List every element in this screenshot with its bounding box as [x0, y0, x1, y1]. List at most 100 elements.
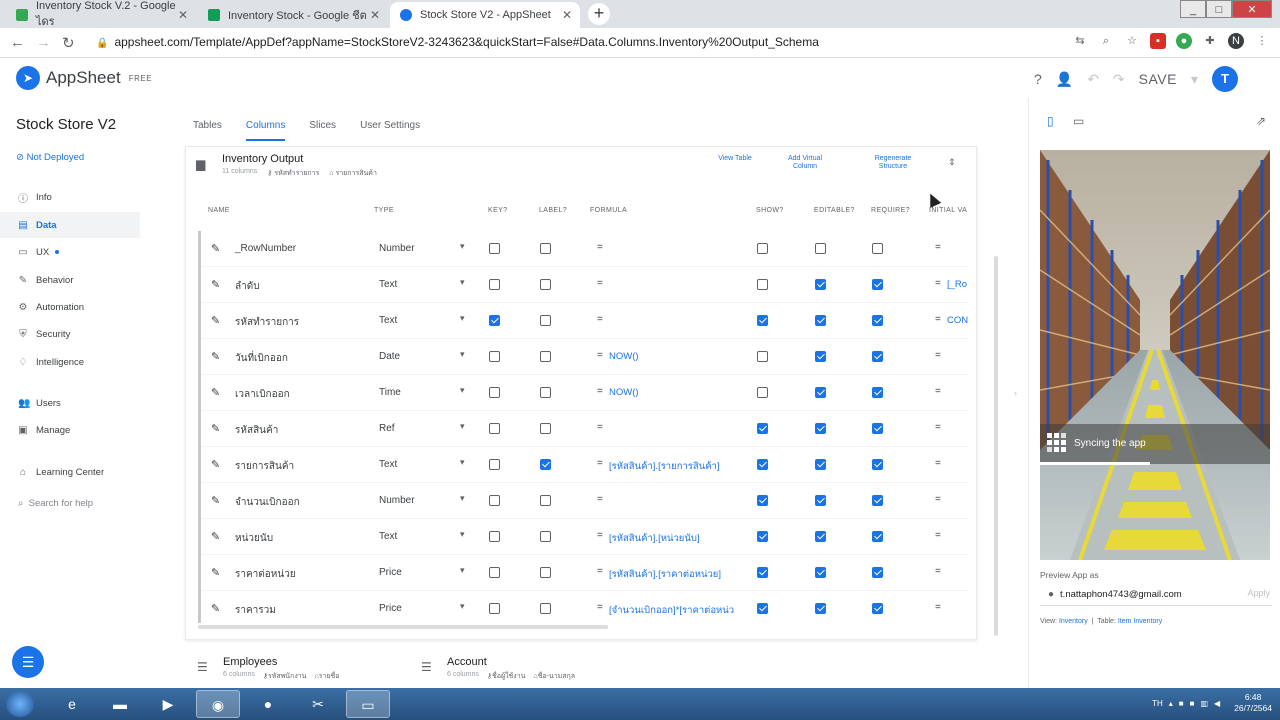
close-icon[interactable]: ✕: [562, 8, 572, 22]
pencil-icon[interactable]: ✎: [211, 350, 220, 363]
forward-icon[interactable]: →: [36, 34, 51, 51]
reload-icon[interactable]: ↻: [62, 34, 75, 52]
pencil-icon[interactable]: ✎: [211, 458, 220, 471]
close-icon[interactable]: ✕: [370, 8, 380, 22]
help-search[interactable]: ⌕ Search for help: [18, 498, 93, 509]
firefox-icon[interactable]: ●: [246, 690, 290, 718]
profile-avatar[interactable]: N: [1228, 33, 1244, 49]
require-checkbox[interactable]: [872, 351, 883, 362]
sidebar-item-info[interactable]: ⓘ Info: [0, 184, 140, 210]
show-checkbox[interactable]: [757, 387, 768, 398]
puzzle-icon[interactable]: ✚: [1202, 33, 1218, 49]
save-button[interactable]: SAVE: [1139, 71, 1177, 87]
chevron-down-icon[interactable]: ▾: [460, 277, 465, 288]
key-checkbox[interactable]: [489, 531, 500, 542]
undo-icon[interactable]: ↶: [1087, 71, 1099, 88]
column-type[interactable]: Date: [379, 351, 400, 362]
label-checkbox[interactable]: [540, 315, 551, 326]
table-row[interactable]: ✎ _RowNumber Number ▾ = =: [201, 231, 968, 267]
column-type[interactable]: Text: [379, 315, 397, 326]
table-header[interactable]: ▆ Inventory Output 11 columns ⚷ รหัสทำรา…: [186, 147, 976, 187]
table-link[interactable]: Item Inventory: [1118, 618, 1162, 625]
media-player-icon[interactable]: ▶: [146, 690, 190, 718]
network-icon[interactable]: ▥: [1200, 699, 1208, 708]
pencil-icon[interactable]: ✎: [211, 494, 220, 507]
notepad-icon[interactable]: ▭: [346, 690, 390, 718]
chevron-down-icon[interactable]: ▾: [460, 385, 465, 396]
column-formula[interactable]: [จำนวนเบิกออก]*[ราคาต่อหน่ว: [609, 603, 741, 618]
chevron-down-icon[interactable]: ▾: [460, 457, 465, 468]
sidebar-item-behavior[interactable]: ✎ Behavior: [0, 267, 140, 293]
pencil-icon[interactable]: ✎: [211, 566, 220, 579]
ie-icon[interactable]: e: [50, 690, 94, 718]
editable-checkbox[interactable]: [815, 567, 826, 578]
redo-icon[interactable]: ↷: [1113, 71, 1125, 88]
table-row[interactable]: ✎ ราคาต่อหน่วย Price ▾ = [รหัสสินค้า].[ราคาต่…: [201, 555, 968, 591]
key-checkbox[interactable]: [489, 387, 500, 398]
maximize-icon[interactable]: □: [1206, 0, 1232, 18]
regenerate-structure-button[interactable]: Regenerate Structure: [866, 155, 920, 171]
pencil-icon[interactable]: ✎: [211, 242, 220, 255]
chevron-down-icon[interactable]: ▾: [460, 241, 465, 252]
label-checkbox[interactable]: [540, 351, 551, 362]
chrome-icon[interactable]: ◉: [196, 690, 240, 718]
start-button[interactable]: [6, 691, 34, 717]
help-icon[interactable]: ?: [1034, 71, 1042, 87]
minimize-icon[interactable]: _: [1180, 0, 1206, 18]
require-checkbox[interactable]: [872, 279, 883, 290]
chevron-down-icon[interactable]: ▾: [460, 565, 465, 576]
tablet-view-icon[interactable]: ▭: [1073, 114, 1084, 128]
pencil-icon[interactable]: ✎: [211, 278, 220, 291]
table-row[interactable]: ✎ ราคารวม Price ▾ = [จำนวนเบิกออก]*[ราคาต่อหน…: [201, 591, 968, 623]
column-formula[interactable]: [รหัสสินค้า].[รายการสินค้า]: [609, 459, 741, 474]
sidebar-item-learning-center[interactable]: ⌂ Learning Center: [0, 459, 140, 485]
label-checkbox[interactable]: [540, 243, 551, 254]
column-type[interactable]: Time: [379, 387, 401, 398]
pencil-icon[interactable]: ✎: [211, 314, 220, 327]
clock[interactable]: 6:48 26/7/2564: [1234, 692, 1272, 714]
url-field[interactable]: 🔒 appsheet.com/Template/AppDef?appName=St…: [96, 33, 819, 53]
column-type[interactable]: Price: [379, 567, 402, 578]
table-row[interactable]: ✎ เวลาเบิกออก Time ▾ = NOW() =: [201, 375, 968, 411]
editable-checkbox[interactable]: [815, 423, 826, 434]
editable-checkbox[interactable]: [815, 603, 826, 614]
key-checkbox[interactable]: [489, 423, 500, 434]
show-checkbox[interactable]: [757, 603, 768, 614]
column-formula[interactable]: [รหัสสินค้า].[หน่วยนับ]: [609, 531, 741, 546]
tool-icon[interactable]: ✂: [296, 690, 340, 718]
column-type[interactable]: Ref: [379, 423, 395, 434]
label-checkbox[interactable]: [540, 387, 551, 398]
require-checkbox[interactable]: [872, 531, 883, 542]
require-checkbox[interactable]: [872, 495, 883, 506]
app-preview[interactable]: Syncing the app: [1040, 150, 1270, 560]
appsheet-logo[interactable]: ➤ AppSheet FREE: [16, 66, 152, 90]
sidebar-item-security[interactable]: ⛨ Security: [0, 321, 140, 347]
key-checkbox[interactable]: [489, 459, 500, 470]
sidebar-item-intelligence[interactable]: ♢ Intelligence: [0, 349, 140, 375]
chevron-down-icon[interactable]: ▾: [460, 601, 465, 612]
tab-tables[interactable]: Tables: [193, 120, 222, 141]
label-checkbox[interactable]: [540, 567, 551, 578]
horizontal-scrollbar[interactable]: [198, 625, 608, 629]
chevron-down-icon[interactable]: ▾: [460, 493, 465, 504]
show-checkbox[interactable]: [757, 459, 768, 470]
label-checkbox[interactable]: [540, 531, 551, 542]
tab-user-settings[interactable]: User Settings: [360, 120, 420, 141]
view-table-button[interactable]: View Table: [716, 155, 754, 163]
phone-view-icon[interactable]: ▯: [1047, 114, 1054, 128]
editable-checkbox[interactable]: [815, 315, 826, 326]
close-icon[interactable]: ✕: [178, 8, 188, 22]
preview-email-field[interactable]: ● t.nattaphon4743@gmail.com: [1040, 584, 1272, 606]
initial-value[interactable]: [_Ro: [947, 279, 968, 290]
column-formula[interactable]: NOW(): [609, 351, 741, 362]
view-link[interactable]: Inventory: [1059, 618, 1088, 625]
editable-checkbox[interactable]: [815, 459, 826, 470]
open-external-icon[interactable]: ⇗: [1256, 114, 1266, 128]
tab-columns[interactable]: Columns: [245, 120, 286, 141]
table-row[interactable]: ✎ หน่วยนับ Text ▾ = [รหัสสินค้า].[หน่วยนับ] =: [201, 519, 968, 555]
key-checkbox[interactable]: [489, 243, 500, 254]
show-checkbox[interactable]: [757, 567, 768, 578]
add-virtual-column-button[interactable]: Add Virtual Column: [778, 155, 832, 171]
key-checkbox[interactable]: [489, 351, 500, 362]
key-checkbox[interactable]: [489, 279, 500, 290]
